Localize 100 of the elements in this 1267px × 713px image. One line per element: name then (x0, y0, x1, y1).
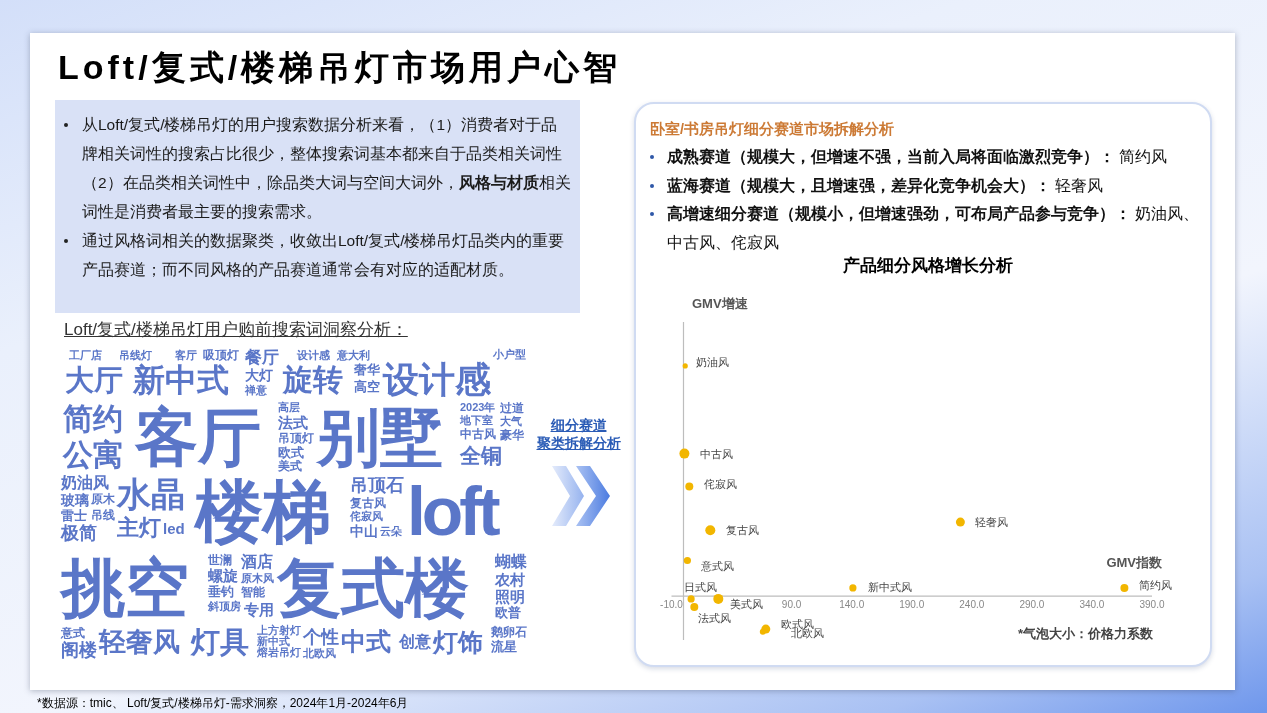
bubble-label: 日式风 (684, 581, 718, 594)
cloud-word: 个性 (303, 628, 339, 646)
x-tick-label: -10.0 (660, 599, 683, 611)
bullet-icon (64, 239, 68, 243)
cloud-word: 玻璃 (61, 493, 89, 507)
bubble-label: 奶油风 (696, 356, 730, 369)
x-axis-label: GMV指数 (1106, 555, 1162, 571)
cloud-word: 主灯 (117, 517, 161, 539)
cloud-word: 意大利 (337, 350, 370, 361)
chart-title: 产品细分风格增长分析 (843, 256, 1013, 277)
cloud-word: 水晶 (117, 475, 185, 513)
cloud-word: 吊线 (91, 509, 115, 521)
summary-text: 从Loft/复式/楼梯吊灯的用户搜索数据分析来看，（1）消费者对于品牌相关词性的搜索占比很少，整体搜索词基本都来自于品类相关词性（2）在品类相关词性中，除品类大词与空间大词外，风格与材质相关词性是消费者最主要的搜索需求。 (82, 115, 572, 222)
cloud-word: 客厅 (135, 402, 261, 472)
x-tick-label: 290.0 (1019, 599, 1045, 611)
cloud-word: loft (407, 474, 497, 550)
bubble-label: 侘寂风 (704, 478, 738, 491)
bubble-label: 中古风 (700, 448, 734, 461)
cloud-word: 云朵 (380, 526, 402, 537)
chart-note: *气泡大小：价格力系数 (1017, 626, 1153, 642)
bubble (713, 594, 724, 605)
cloud-word: 高层 (278, 402, 300, 413)
cloud-word: 餐厅 (245, 349, 279, 366)
cloud-word: 熔岩吊灯 (257, 647, 301, 658)
cloud-word: 酒店 (241, 554, 273, 570)
cloud-word: 蝴蝶 (495, 554, 527, 570)
segment-text: 成熟赛道（规模大，但增速不强，当前入局将面临激烈竞争）： 简约风 (667, 147, 1169, 167)
bubble (1120, 584, 1129, 593)
cloud-word: 奶油风 (61, 475, 109, 491)
cloud-word: 轻奢风 (99, 627, 180, 657)
bubble (685, 482, 694, 491)
x-tick-label: 140.0 (839, 599, 865, 611)
cloud-word: 过道 (500, 402, 524, 414)
cloud-word: 斜顶房 (208, 601, 241, 612)
bubble (679, 449, 690, 459)
x-tick-label: 240.0 (959, 599, 985, 611)
cloud-word: 鹅卵石 (491, 626, 527, 638)
cloud-word: 垂钓 (208, 585, 234, 598)
cloud-word: 高空 (354, 380, 380, 393)
cloud-word: 美式 (278, 460, 302, 472)
cloud-word: 楼梯 (195, 474, 331, 550)
bullet-icon (64, 123, 68, 127)
cloud-word: 欧式 (278, 446, 304, 459)
bubble (683, 557, 691, 565)
cloud-word: 原木风 (241, 573, 274, 584)
cloud-word: 全铜 (460, 444, 502, 468)
cloud-word: 工厂店 (69, 350, 102, 361)
bubble (705, 525, 716, 536)
cloud-word: 专用 (244, 602, 274, 617)
x-tick-label: 90.0 (781, 599, 802, 611)
cloud-word: 设计感 (383, 360, 491, 400)
cloud-word: 阁楼 (61, 641, 97, 659)
bubble (955, 518, 965, 527)
bubble-label: 北欧风 (790, 627, 824, 640)
transition-label: 细分赛道 (550, 416, 607, 434)
double-chevron-icon (551, 466, 610, 526)
page-title: Loft/复式/楼梯吊灯市场用户心智 (58, 47, 622, 88)
bubble-label: 新中式风 (867, 581, 912, 594)
cloud-word: 地下室 (460, 415, 493, 426)
bubble-label: 美式风 (730, 598, 764, 611)
cloud-word: 意式 (61, 627, 85, 639)
cloud-word: 大厅 (65, 364, 123, 396)
source-footnote: *数据源：tmic、 Loft/复式/楼梯吊灯-需求洞察，2024年1月-2024年6月 (37, 695, 409, 711)
cloud-word: 禅意 (245, 385, 267, 396)
cloud-word: 大气 (500, 416, 522, 427)
cloud-word: 创意 (399, 634, 431, 650)
cloud-word: 豪华 (500, 429, 524, 441)
cloud-word: 侘寂风 (350, 511, 383, 522)
cloud-word: 挑空 (61, 552, 189, 624)
bullet-icon (650, 212, 654, 217)
cloud-word: 世澜 (208, 554, 232, 566)
cloud-word: 农村 (495, 572, 525, 587)
x-tick-label: 340.0 (1079, 599, 1105, 611)
y-axis-label: GMV增速 (692, 296, 748, 312)
bullet-icon (650, 155, 654, 159)
cloud-word: 奢华 (354, 363, 380, 376)
cloud-word: 中式 (341, 627, 391, 655)
bubble-label: 意式风 (701, 560, 735, 573)
cloud-word: 欧普 (495, 606, 521, 619)
cloud-word: 中古风 (460, 428, 496, 440)
bullet-icon (650, 183, 654, 188)
segment-text: 高增速细分赛道（规模小，但增速强劲，可布局产品参与竞争）： 奶油风、中古风、侘寂风 (667, 204, 1201, 253)
cloud-word: 大灯 (245, 368, 273, 382)
cloud-word: 吊顶灯 (278, 432, 314, 444)
cloud-word: 灯饰 (433, 628, 483, 656)
cloud-word: 复式楼 (277, 552, 469, 624)
cloud-word: 简约 (63, 402, 123, 436)
cloud-word: 别墅 (317, 402, 443, 472)
cloud-word: 旋转 (283, 363, 343, 397)
cloud-word: 2023年 (460, 402, 496, 413)
transition-label: 聚类拆解分析 (536, 434, 621, 452)
cloud-word: 中山 (350, 524, 378, 538)
cloud-word: 吸顶灯 (203, 349, 239, 361)
cloud-word: 雷士 (61, 509, 87, 522)
cloud-word: 吊线灯 (119, 350, 152, 361)
segment-text: 蓝海赛道（规模大，且增速强，差异化竞争机会大）： 轻奢风 (667, 175, 1105, 196)
cloud-word: 上方射灯 (257, 625, 301, 636)
word-cloud-title: Loft/复式/楼梯吊灯用户购前搜索词洞察分析： (64, 320, 408, 340)
cloud-word: led (163, 521, 185, 536)
bubble-label: 复古风 (726, 524, 760, 537)
